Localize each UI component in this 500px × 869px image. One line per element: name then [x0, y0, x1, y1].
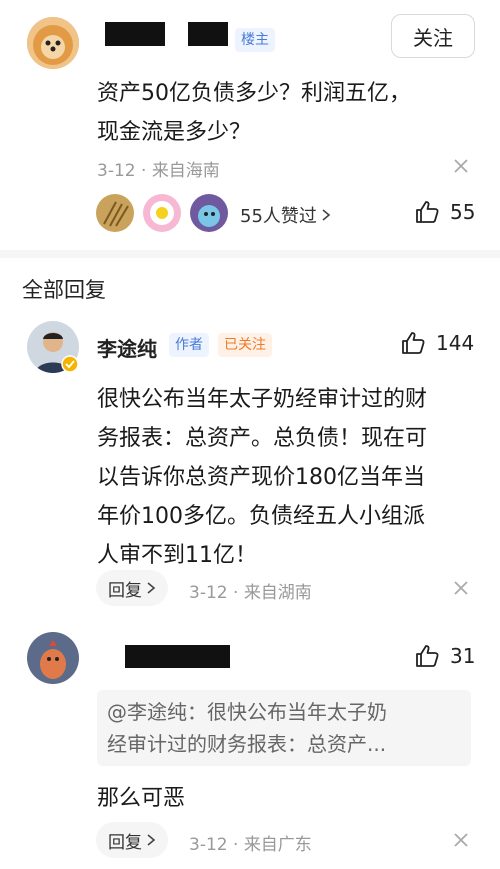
op-text-line: 现金流是多少？: [97, 120, 252, 145]
op-text-line: 资产50亿负债多少？利润五亿，: [97, 81, 411, 106]
quoted-comment[interactable]: @李途纯：很快公布当年太子奶 经审计过的财务报表：总资产...: [97, 690, 471, 766]
liker-avatar[interactable]: [143, 194, 181, 232]
reply1-reply-button[interactable]: 回复: [96, 570, 168, 606]
quoted-line: @李途纯：很快公布当年太子奶: [107, 700, 387, 724]
reply1-username[interactable]: 李途纯: [97, 333, 157, 362]
reply1-meta: 3-12 · 来自湖南: [189, 578, 312, 603]
reply2-avatar[interactable]: [27, 632, 79, 684]
monster-avatar-image: [190, 194, 228, 232]
verified-badge-icon: [61, 355, 79, 373]
reply2-date: 3-12: [189, 835, 228, 855]
section-title: 全部回复: [22, 278, 106, 302]
op-avatar[interactable]: [27, 17, 79, 69]
reply2-location: 来自广东: [243, 835, 312, 855]
op-meta: 3-12 · 来自海南: [97, 156, 220, 181]
close-icon[interactable]: [452, 157, 470, 175]
thumbs-up-icon: [416, 645, 439, 667]
reply2-like-count: 31: [450, 644, 476, 668]
reply1-text-line: 很快公布当年太子奶经审计过的财: [97, 387, 428, 412]
section-divider: [0, 250, 500, 258]
thumbs-up-icon: [416, 201, 439, 223]
meta-separator: ·: [141, 161, 147, 181]
pomeranian-avatar-image: [27, 17, 79, 69]
op-username-redacted: [105, 22, 165, 46]
reply1-text-line: 以告诉你总资产现价180亿当年当: [97, 465, 425, 490]
op-like-button[interactable]: 55: [414, 199, 475, 225]
chevron-right-icon: [147, 582, 156, 594]
author-badge: 作者: [169, 333, 209, 357]
liker-avatar[interactable]: [190, 194, 228, 232]
op-date: 3-12: [97, 161, 136, 181]
reply1-location: 来自湖南: [243, 583, 312, 603]
reply1-text-line: 务报表：总资产。总负债！现在可: [97, 426, 428, 451]
reply1-text-line: 年价100多亿。负债经五人小组派: [97, 504, 425, 529]
reply1-text-line: 人审不到11亿！: [97, 543, 257, 568]
thumbs-up-icon: [402, 332, 425, 354]
egg-avatar-image: [143, 194, 181, 232]
reply1-like-button[interactable]: 144: [400, 330, 474, 356]
followed-badge: 已关注: [218, 333, 272, 357]
reply1-date: 3-12: [189, 583, 228, 603]
chicken-avatar-image: [27, 632, 79, 684]
reply2-meta: 3-12 · 来自广东: [189, 830, 312, 855]
op-badge: 楼主: [235, 28, 275, 52]
reply1-like-count: 144: [436, 331, 475, 355]
wheat-avatar-image: [96, 194, 134, 232]
op-like-count: 55: [450, 200, 476, 224]
follow-button[interactable]: 关注: [391, 14, 475, 58]
op-location: 来自海南: [151, 161, 220, 181]
op-username-redacted-2: [188, 22, 228, 46]
likers-summary-link[interactable]: 55人赞过: [240, 202, 331, 228]
liker-avatar[interactable]: [96, 194, 134, 232]
meta-separator: ·: [233, 583, 239, 603]
op-text: 资产50亿负债多少？利润五亿， 现金流是多少？: [97, 74, 477, 152]
reply2-text: 那么可恶: [97, 786, 186, 811]
quoted-line: 经审计过的财务报表：总资产...: [107, 732, 387, 756]
chevron-right-icon: [147, 834, 156, 846]
reply2-reply-button[interactable]: 回复: [96, 822, 168, 858]
reply1-text: 很快公布当年太子奶经审计过的财 务报表：总资产。总负债！现在可 以告诉你总资产现…: [97, 380, 482, 575]
likers-summary: 55人赞过: [240, 206, 317, 227]
reply2-like-button[interactable]: 31: [414, 643, 475, 669]
meta-separator: ·: [233, 835, 239, 855]
reply2-username-redacted: [125, 645, 230, 668]
reply-label: 回复: [108, 832, 142, 853]
close-icon[interactable]: [452, 579, 470, 597]
reply-label: 回复: [108, 580, 142, 601]
close-icon[interactable]: [452, 831, 470, 849]
chevron-right-icon: [322, 209, 331, 221]
